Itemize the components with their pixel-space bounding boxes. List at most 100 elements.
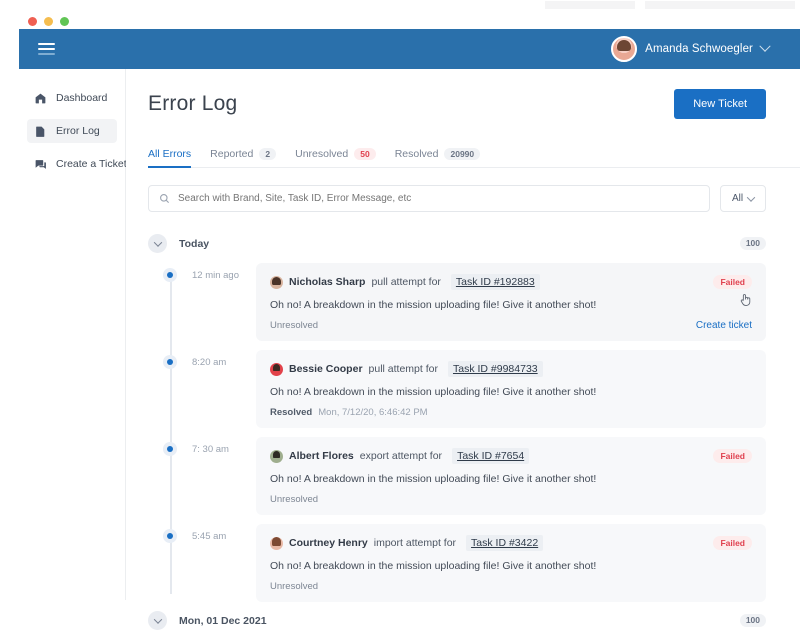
resolution-status: Unresolved (270, 494, 319, 505)
avatar (270, 449, 283, 463)
chat-bubbles-icon (35, 159, 46, 169)
error-card[interactable]: Bessie Cooper pull attempt for Task ID #… (256, 350, 766, 428)
page-header: Error Log New Ticket (126, 69, 800, 119)
resolution-status: Unresolved (270, 581, 319, 592)
filter-dropdown[interactable]: All (720, 185, 766, 212)
person-name: Nicholas Sharp (289, 276, 366, 288)
list-item: 8:20 am Bessie Cooper pull attempt for T… (148, 350, 766, 428)
new-ticket-button[interactable]: New Ticket (674, 89, 766, 119)
tab-count-badge: 2 (259, 147, 277, 160)
user-menu[interactable]: Amanda Schwoegler (611, 36, 771, 62)
group-header-dec-01-2021: Mon, 01 Dec 2021 100 (148, 611, 766, 630)
timeline-marker (148, 437, 192, 452)
error-card[interactable]: Nicholas Sharp pull attempt for Task ID … (256, 263, 766, 341)
page-title: Error Log (148, 92, 238, 115)
error-card-footer: Unresolved (270, 494, 752, 505)
task-id-link[interactable]: Task ID #192883 (450, 274, 540, 290)
list-item: 12 min ago Nicholas Sharp pull attempt f… (148, 263, 766, 341)
search-box[interactable] (148, 185, 710, 212)
sidebar-item-create-a-ticket[interactable]: Create a Ticket (27, 152, 127, 176)
error-card-header: Bessie Cooper pull attempt for Task ID #… (270, 361, 752, 377)
home-icon (35, 93, 46, 103)
timeline-marker (148, 524, 192, 539)
hamburger-icon[interactable] (35, 40, 58, 58)
tab-label: Resolved (394, 147, 439, 160)
app-window: Amanda Schwoegler Dashboard Error Log Cr… (0, 0, 800, 630)
traffic-lights (28, 17, 69, 26)
person-name: Bessie Cooper (289, 363, 363, 375)
sidebar-item-label: Error Log (56, 125, 100, 137)
tab-count-badge: 20990 (444, 147, 481, 160)
group-title: Mon, 01 Dec 2021 (179, 614, 267, 627)
action-text: import attempt for (373, 537, 457, 549)
error-card[interactable]: Courtney Henry import attempt for Task I… (256, 524, 766, 602)
task-id-link[interactable]: Task ID #7654 (452, 448, 530, 464)
task-id-link[interactable]: Task ID #9984733 (447, 361, 543, 377)
group-collapse-toggle[interactable] (148, 234, 167, 253)
error-log-icon (36, 126, 45, 137)
person-name: Albert Flores (289, 450, 354, 462)
tab-unresolved[interactable]: Unresolved 50 (295, 147, 376, 168)
create-ticket-link[interactable]: Create ticket (696, 320, 752, 331)
error-timeline: 12 min ago Nicholas Sharp pull attempt f… (148, 263, 766, 602)
person-name: Courtney Henry (289, 537, 368, 549)
maximize-window-button[interactable] (60, 17, 69, 26)
tab-all-errors[interactable]: All Errors (148, 148, 192, 168)
avatar (270, 362, 283, 376)
error-card[interactable]: Albert Flores export attempt for Task ID… (256, 437, 766, 515)
filter-label: All (731, 193, 744, 204)
error-message: Oh no! A breakdown in the mission upload… (270, 386, 597, 398)
group-title: Today (179, 237, 210, 250)
error-card-footer: Resolved Mon, 7/12/20, 6:46:42 PM (270, 407, 752, 418)
close-window-button[interactable] (28, 17, 37, 26)
list-item: 5:45 am Courtney Henry import attempt fo… (148, 524, 766, 602)
sidebar-item-dashboard[interactable]: Dashboard (27, 86, 117, 110)
search-input[interactable] (178, 193, 699, 204)
chevron-down-icon (153, 614, 162, 624)
action-text: pull attempt for (371, 276, 441, 288)
chevron-down-icon (153, 237, 162, 247)
group-header-today: Today 100 (148, 234, 766, 253)
chevron-down-icon (759, 40, 771, 52)
app-header: Amanda Schwoegler (19, 29, 800, 69)
avatar (611, 36, 638, 62)
status-badge: Failed (713, 448, 752, 464)
tab-resolved[interactable]: Resolved 20990 (394, 147, 481, 168)
minimize-window-button[interactable] (44, 17, 53, 26)
error-message: Oh no! A breakdown in the mission upload… (270, 299, 597, 311)
sidebar-item-label: Create a Ticket (56, 158, 127, 170)
entry-time: 7: 30 am (192, 444, 229, 455)
list-item: 7: 30 am Albert Flores export attempt fo… (148, 437, 766, 515)
error-message: Oh no! A breakdown in the mission upload… (270, 560, 597, 572)
avatar (270, 275, 283, 289)
error-card-header: Nicholas Sharp pull attempt for Task ID … (270, 274, 752, 290)
tab-label: Unresolved (295, 147, 349, 160)
search-row: All (148, 185, 766, 212)
sidebar-item-label: Dashboard (56, 92, 108, 104)
sidebar-item-error-log[interactable]: Error Log (27, 119, 117, 143)
error-card-footer: Unresolved Create ticket (270, 320, 752, 331)
avatar (270, 536, 283, 550)
resolution-status: Resolved (270, 407, 313, 418)
group-collapse-toggle[interactable] (148, 611, 167, 630)
pointer-cursor-icon (740, 294, 751, 306)
tab-reported[interactable]: Reported 2 (210, 147, 277, 168)
error-card-footer: Unresolved (270, 581, 752, 592)
group-count-badge: 100 (739, 237, 766, 250)
error-card-header: Albert Flores export attempt for Task ID… (270, 448, 752, 464)
task-id-link[interactable]: Task ID #3422 (466, 535, 544, 551)
action-text: pull attempt for (368, 363, 438, 375)
resolution-timestamp: Mon, 7/12/20, 6:46:42 PM (318, 407, 428, 418)
error-card-header: Courtney Henry import attempt for Task I… (270, 535, 752, 551)
tab-label: Reported (210, 147, 254, 160)
action-text: export attempt for (359, 450, 443, 462)
tab-label: All Errors (148, 148, 192, 160)
user-name: Amanda Schwoegler (645, 43, 753, 55)
tab-count-badge: 50 (354, 147, 376, 160)
timeline-marker (148, 263, 192, 278)
group-count-badge: 100 (739, 614, 766, 627)
browser-chrome-ghost (545, 1, 795, 9)
resolution-status: Unresolved (270, 320, 319, 331)
sidebar: Dashboard Error Log Create a Ticket (19, 69, 127, 600)
main-content: Error Log New Ticket All Errors Reported… (126, 69, 800, 630)
